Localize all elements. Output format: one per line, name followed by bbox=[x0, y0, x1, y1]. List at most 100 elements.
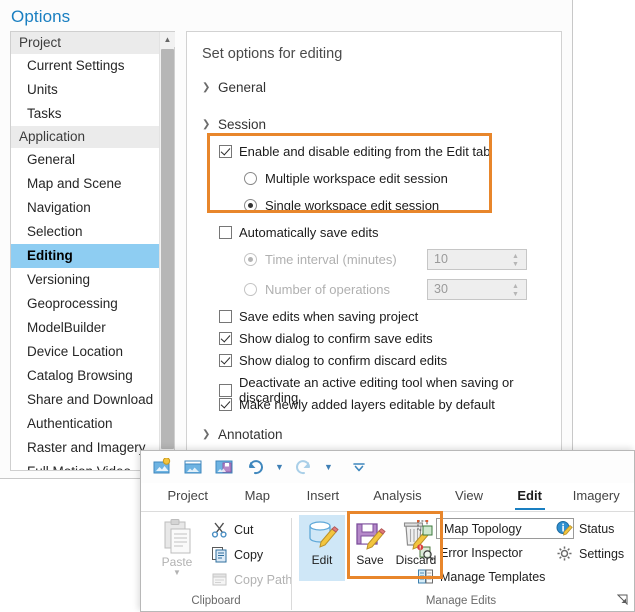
time-interval-value: 10 bbox=[434, 252, 448, 266]
copy-path-icon bbox=[212, 573, 227, 586]
copy-label: Copy bbox=[234, 547, 264, 562]
redo-icon[interactable] bbox=[293, 456, 315, 478]
checkbox-label: Save edits when saving project bbox=[239, 309, 419, 324]
sidebar-item-units[interactable]: Units bbox=[11, 78, 159, 102]
new-project-icon[interactable] bbox=[151, 456, 173, 478]
scrollbar-thumb[interactable] bbox=[161, 49, 174, 449]
tab-analysis[interactable]: Analysis bbox=[358, 483, 438, 511]
section-session[interactable]: ❯ Session bbox=[202, 117, 266, 132]
number-of-operations-stepper[interactable]: 30 ▲ ▼ bbox=[427, 279, 527, 300]
sidebar-list: Project Current Settings Units Tasks App… bbox=[11, 32, 159, 470]
checkbox-icon[interactable] bbox=[219, 383, 232, 397]
tab-map[interactable]: Map bbox=[227, 483, 289, 511]
sidebar-item-current-settings[interactable]: Current Settings bbox=[11, 54, 159, 78]
number-of-operations-value: 30 bbox=[434, 282, 448, 296]
radio-single-workspace[interactable]: Single workspace edit session bbox=[244, 198, 439, 213]
checkbox-automatically-save-edits[interactable]: Automatically save edits bbox=[219, 225, 378, 240]
chevron-right-icon: ❯ bbox=[202, 429, 211, 440]
checkbox-icon[interactable] bbox=[219, 398, 232, 411]
sidebar-item-share-and-download[interactable]: Share and Download bbox=[11, 388, 159, 412]
undo-dropdown-icon[interactable]: ▼ bbox=[275, 462, 284, 472]
sidebar-item-editing[interactable]: Editing bbox=[11, 244, 159, 268]
status-button[interactable]: Status bbox=[556, 520, 614, 537]
sidebar-item-device-location[interactable]: Device Location bbox=[11, 340, 159, 364]
radio-icon[interactable] bbox=[244, 253, 257, 266]
radio-icon[interactable] bbox=[244, 172, 257, 185]
stepper-arrows-icon[interactable]: ▲ ▼ bbox=[510, 281, 521, 300]
section-annotation[interactable]: ❯ Annotation bbox=[202, 427, 283, 442]
tab-imagery[interactable]: Imagery bbox=[558, 483, 634, 511]
sidebar-item-catalog-browsing[interactable]: Catalog Browsing bbox=[11, 364, 159, 388]
customize-quick-access-icon[interactable] bbox=[348, 456, 370, 478]
checkbox-icon[interactable] bbox=[219, 332, 232, 345]
copy-path-label: Copy Path bbox=[234, 572, 293, 587]
paste-button[interactable]: Paste ▼ bbox=[151, 518, 203, 577]
tab-edit[interactable]: Edit bbox=[501, 483, 559, 511]
edit-toggle-label: Edit bbox=[311, 553, 333, 567]
radio-multiple-workspace-label: Multiple workspace edit session bbox=[265, 171, 448, 186]
sidebar-item-modelbuilder[interactable]: ModelBuilder bbox=[11, 316, 159, 340]
radio-icon[interactable] bbox=[244, 199, 257, 212]
checkbox-make-layers-editable[interactable]: Make newly added layers editable by defa… bbox=[219, 397, 495, 412]
checkbox-label: Show dialog to confirm save edits bbox=[239, 331, 433, 346]
checkbox-icon[interactable] bbox=[219, 354, 232, 367]
radio-single-workspace-label: Single workspace edit session bbox=[265, 198, 440, 213]
error-inspector-button[interactable]: Error Inspector bbox=[417, 544, 523, 561]
sidebar-scrollbar[interactable]: ▲ bbox=[159, 32, 175, 470]
sidebar-item-geoprocessing[interactable]: Geoprocessing bbox=[11, 292, 159, 316]
cut-button[interactable]: Cut bbox=[211, 521, 253, 538]
tab-insert[interactable]: Insert bbox=[288, 483, 358, 511]
settings-button[interactable]: Settings bbox=[556, 545, 624, 562]
stepper-arrows-icon[interactable]: ▲ ▼ bbox=[510, 251, 521, 270]
checkbox-icon[interactable] bbox=[219, 226, 232, 239]
status-icon bbox=[556, 521, 573, 536]
checkbox-icon[interactable] bbox=[219, 310, 232, 323]
sidebar-item-versioning[interactable]: Versioning bbox=[11, 268, 159, 292]
radio-number-of-operations[interactable]: Number of operations bbox=[244, 282, 390, 297]
checkbox-automatically-save-edits-label: Automatically save edits bbox=[239, 225, 379, 240]
section-session-label: Session bbox=[218, 117, 267, 132]
undo-icon[interactable] bbox=[244, 456, 266, 478]
error-inspector-label: Error Inspector bbox=[440, 545, 523, 560]
checkbox-enable-editing[interactable]: Enable and disable editing from the Edit… bbox=[219, 144, 491, 159]
map-topology-combo[interactable]: Map Topology ▼ bbox=[436, 518, 574, 539]
manage-templates-icon bbox=[418, 569, 433, 584]
radio-icon[interactable] bbox=[244, 283, 257, 296]
radio-time-interval[interactable]: Time interval (minutes) bbox=[244, 252, 397, 267]
copy-button[interactable]: Copy bbox=[211, 546, 263, 563]
settings-label: Settings bbox=[579, 546, 625, 561]
copy-path-button[interactable]: Copy Path bbox=[211, 571, 292, 588]
save-edits-button[interactable]: Save bbox=[350, 515, 390, 581]
sidebar-item-authentication[interactable]: Authentication bbox=[11, 412, 159, 436]
group-separator bbox=[291, 518, 292, 610]
chevron-up-icon[interactable]: ▲ bbox=[160, 32, 175, 47]
section-general[interactable]: ❯ General bbox=[202, 80, 266, 95]
checkbox-icon[interactable] bbox=[219, 145, 232, 158]
paste-dropdown-icon[interactable]: ▼ bbox=[173, 569, 181, 577]
sidebar-item-map-and-scene[interactable]: Map and Scene bbox=[11, 172, 159, 196]
quick-access-toolbar: ▼ ▼ bbox=[141, 451, 634, 483]
tab-view[interactable]: View bbox=[437, 483, 501, 511]
sidebar-item-raster-and-imagery[interactable]: Raster and Imagery bbox=[11, 436, 159, 460]
checkbox-confirm-save-edits[interactable]: Show dialog to confirm save edits bbox=[219, 331, 433, 346]
time-interval-stepper[interactable]: 10 ▲ ▼ bbox=[427, 249, 527, 270]
manage-templates-label: Manage Templates bbox=[440, 569, 546, 584]
edit-toggle-button[interactable]: Edit bbox=[299, 515, 345, 581]
open-project-icon[interactable] bbox=[182, 456, 204, 478]
sidebar-group-project: Project bbox=[11, 32, 159, 54]
save-project-icon[interactable] bbox=[213, 456, 235, 478]
manage-templates-button[interactable]: Manage Templates bbox=[417, 568, 545, 585]
dialog-launcher-icon[interactable] bbox=[616, 594, 628, 607]
checkbox-confirm-discard-edits[interactable]: Show dialog to confirm discard edits bbox=[219, 353, 447, 368]
radio-multiple-workspace[interactable]: Multiple workspace edit session bbox=[244, 171, 448, 186]
sidebar-item-full-motion-video[interactable]: Full Motion Video bbox=[11, 460, 159, 470]
redo-dropdown-icon[interactable]: ▼ bbox=[324, 462, 333, 472]
sidebar-item-selection[interactable]: Selection bbox=[11, 220, 159, 244]
sidebar-item-general[interactable]: General bbox=[11, 148, 159, 172]
paste-label: Paste bbox=[161, 555, 193, 569]
radio-time-interval-label: Time interval (minutes) bbox=[265, 252, 397, 267]
tab-project[interactable]: Project bbox=[149, 483, 227, 511]
sidebar-item-navigation[interactable]: Navigation bbox=[11, 196, 159, 220]
checkbox-save-edits-when-saving-project[interactable]: Save edits when saving project bbox=[219, 309, 418, 324]
sidebar-item-tasks[interactable]: Tasks bbox=[11, 102, 159, 126]
